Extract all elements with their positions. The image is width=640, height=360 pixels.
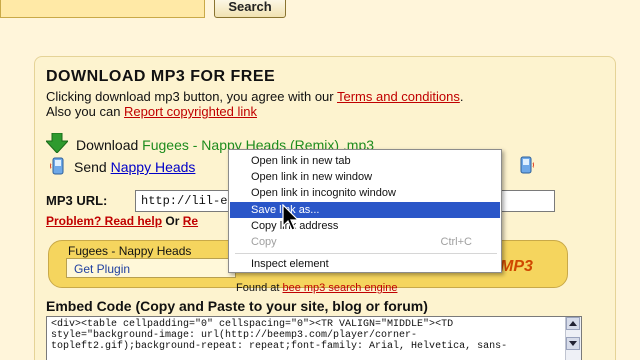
context-menu: Open link in new tab Open link in new wi…: [228, 149, 502, 273]
menu-item-open-new-window[interactable]: Open link in new window: [230, 169, 500, 185]
send-row: Send Nappy Heads: [50, 157, 195, 175]
scroll-up-button[interactable]: [566, 317, 580, 330]
menu-item-copy-shortcut: Ctrl+C: [440, 236, 472, 248]
menu-item-inspect-element[interactable]: Inspect element: [230, 256, 500, 272]
report-prefix: Also you can: [46, 104, 125, 119]
menu-separator: [235, 253, 497, 254]
terms-link[interactable]: Terms and conditions: [337, 89, 460, 104]
mouse-cursor-icon: [282, 204, 300, 231]
page-title: DOWNLOAD MP3 FOR FREE: [46, 68, 276, 85]
scroll-up-icon: [569, 321, 577, 326]
agreement-text: Clicking download mp3 button, you agree …: [46, 89, 463, 104]
report-link[interactable]: Report copyrighted link: [124, 104, 257, 119]
phone-icon: [50, 157, 64, 175]
menu-item-save-link-as[interactable]: Save link as...: [230, 202, 500, 218]
send-prefix: Send: [74, 159, 111, 175]
menu-item-copy[interactable]: Copy Ctrl+C: [230, 234, 500, 250]
search-button[interactable]: Search: [214, 0, 286, 18]
send-link[interactable]: Nappy Heads: [111, 159, 196, 175]
agreement-prefix: Clicking download mp3 button, you agree …: [46, 89, 337, 104]
menu-item-open-incognito[interactable]: Open link in incognito window: [230, 185, 500, 201]
help-link[interactable]: Problem? Read help: [46, 214, 162, 228]
report-text: Also you can Report copyrighted link: [46, 104, 257, 119]
report-link-2[interactable]: Re: [183, 214, 198, 228]
download-prefix: Download: [76, 137, 143, 153]
player-title: Fugees - Nappy Heads: [68, 244, 192, 258]
top-search-input[interactable]: [0, 0, 205, 18]
search-engine-link[interactable]: bee mp3 search engine: [282, 282, 397, 294]
agreement-end: .: [459, 89, 464, 104]
down-arrow-icon: [46, 133, 68, 153]
phone-icon: [520, 156, 534, 174]
scroll-down-button[interactable]: [566, 337, 580, 350]
menu-item-copy-label: Copy: [251, 236, 277, 248]
embed-code-label: Embed Code (Copy and Paste to your site,…: [46, 298, 428, 314]
menu-item-copy-link-address[interactable]: Copy link address: [230, 218, 500, 234]
embed-code-textarea[interactable]: <div><table cellpadding="0" cellspacing=…: [46, 316, 582, 360]
mp3-url-label: MP3 URL:: [46, 193, 108, 208]
or-text: Or: [162, 214, 183, 228]
menu-item-open-new-tab[interactable]: Open link in new tab: [230, 153, 500, 169]
found-at-text: Found at bee mp3 search engine: [236, 282, 397, 294]
scroll-down-icon: [569, 341, 577, 346]
found-prefix: Found at: [236, 282, 283, 294]
help-row: Problem? Read help Or Re: [46, 214, 198, 228]
mp3-logo: MP3: [500, 258, 533, 275]
get-plugin-link[interactable]: Get Plugin: [74, 262, 130, 276]
